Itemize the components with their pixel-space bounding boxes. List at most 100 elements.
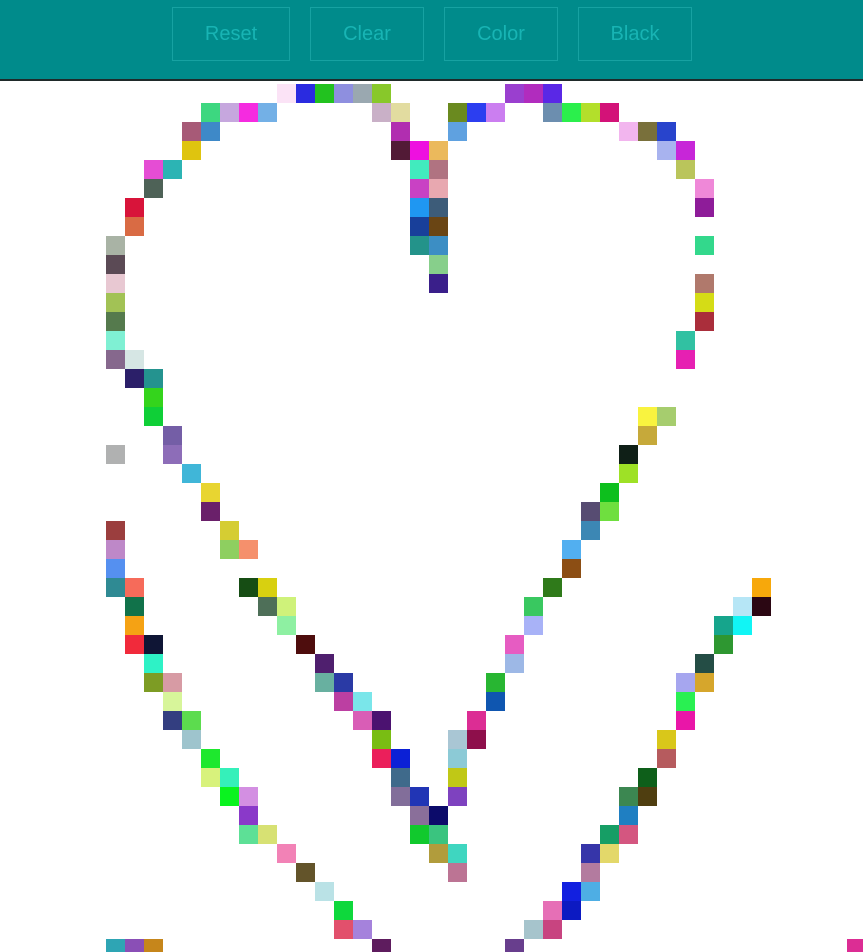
canvas-pixel[interactable]: [505, 939, 524, 952]
canvas-pixel[interactable]: [144, 673, 163, 692]
canvas-pixel[interactable]: [163, 160, 182, 179]
canvas-pixel[interactable]: [619, 806, 638, 825]
canvas-pixel[interactable]: [144, 179, 163, 198]
canvas-pixel[interactable]: [182, 730, 201, 749]
canvas-pixel[interactable]: [429, 236, 448, 255]
canvas-pixel[interactable]: [714, 616, 733, 635]
canvas-pixel[interactable]: [144, 388, 163, 407]
canvas-pixel[interactable]: [619, 445, 638, 464]
canvas-pixel[interactable]: [277, 616, 296, 635]
canvas-pixel[interactable]: [619, 464, 638, 483]
canvas-pixel[interactable]: [429, 179, 448, 198]
canvas-pixel[interactable]: [144, 369, 163, 388]
canvas-pixel[interactable]: [201, 483, 220, 502]
canvas-pixel[interactable]: [239, 787, 258, 806]
canvas-pixel[interactable]: [220, 521, 239, 540]
canvas-pixel[interactable]: [334, 84, 353, 103]
canvas-pixel[interactable]: [106, 578, 125, 597]
canvas-pixel[interactable]: [581, 844, 600, 863]
canvas-pixel[interactable]: [372, 730, 391, 749]
canvas-pixel[interactable]: [125, 635, 144, 654]
canvas-pixel[interactable]: [125, 369, 144, 388]
canvas-pixel[interactable]: [258, 103, 277, 122]
canvas-pixel[interactable]: [144, 635, 163, 654]
canvas-pixel[interactable]: [239, 103, 258, 122]
canvas-pixel[interactable]: [353, 711, 372, 730]
canvas-pixel[interactable]: [372, 939, 391, 952]
canvas-pixel[interactable]: [220, 787, 239, 806]
canvas-pixel[interactable]: [125, 217, 144, 236]
canvas-pixel[interactable]: [391, 122, 410, 141]
canvas-pixel[interactable]: [657, 141, 676, 160]
canvas-pixel[interactable]: [448, 787, 467, 806]
reset-button[interactable]: Reset: [172, 7, 290, 61]
canvas-pixel[interactable]: [600, 483, 619, 502]
canvas-pixel[interactable]: [410, 236, 429, 255]
canvas-pixel[interactable]: [201, 122, 220, 141]
drawing-canvas[interactable]: [0, 83, 863, 952]
canvas-pixel[interactable]: [429, 198, 448, 217]
canvas-pixel[interactable]: [429, 806, 448, 825]
canvas-pixel[interactable]: [429, 141, 448, 160]
canvas-pixel[interactable]: [524, 597, 543, 616]
canvas-pixel[interactable]: [410, 806, 429, 825]
canvas-pixel[interactable]: [695, 293, 714, 312]
canvas-pixel[interactable]: [163, 445, 182, 464]
canvas-pixel[interactable]: [125, 616, 144, 635]
canvas-pixel[interactable]: [562, 901, 581, 920]
canvas-pixel[interactable]: [676, 350, 695, 369]
canvas-pixel[interactable]: [619, 122, 638, 141]
canvas-pixel[interactable]: [695, 179, 714, 198]
canvas-pixel[interactable]: [296, 863, 315, 882]
canvas-pixel[interactable]: [600, 844, 619, 863]
canvas-pixel[interactable]: [106, 540, 125, 559]
canvas-pixel[interactable]: [695, 654, 714, 673]
canvas-pixel[interactable]: [619, 787, 638, 806]
canvas-pixel[interactable]: [315, 654, 334, 673]
canvas-pixel[interactable]: [486, 673, 505, 692]
canvas-pixel[interactable]: [106, 236, 125, 255]
canvas-pixel[interactable]: [372, 84, 391, 103]
canvas-pixel[interactable]: [847, 939, 863, 952]
canvas-pixel[interactable]: [448, 749, 467, 768]
canvas-pixel[interactable]: [258, 825, 277, 844]
canvas-pixel[interactable]: [182, 464, 201, 483]
canvas-pixel[interactable]: [125, 578, 144, 597]
canvas-pixel[interactable]: [277, 597, 296, 616]
canvas-pixel[interactable]: [106, 312, 125, 331]
canvas-pixel[interactable]: [714, 635, 733, 654]
canvas-pixel[interactable]: [391, 103, 410, 122]
canvas-pixel[interactable]: [353, 692, 372, 711]
canvas-pixel[interactable]: [201, 749, 220, 768]
canvas-pixel[interactable]: [486, 103, 505, 122]
canvas-pixel[interactable]: [543, 103, 562, 122]
canvas-pixel[interactable]: [638, 426, 657, 445]
color-button[interactable]: Color: [444, 7, 558, 61]
canvas-pixel[interactable]: [315, 673, 334, 692]
canvas-pixel[interactable]: [315, 84, 334, 103]
canvas-pixel[interactable]: [277, 844, 296, 863]
canvas-pixel[interactable]: [695, 312, 714, 331]
canvas-pixel[interactable]: [676, 331, 695, 350]
canvas-pixel[interactable]: [201, 768, 220, 787]
canvas-pixel[interactable]: [752, 597, 771, 616]
canvas-pixel[interactable]: [505, 635, 524, 654]
canvas-pixel[interactable]: [144, 939, 163, 952]
canvas-pixel[interactable]: [733, 597, 752, 616]
canvas-pixel[interactable]: [581, 521, 600, 540]
canvas-pixel[interactable]: [391, 768, 410, 787]
canvas-pixel[interactable]: [334, 692, 353, 711]
canvas-pixel[interactable]: [372, 711, 391, 730]
canvas-pixel[interactable]: [581, 502, 600, 521]
canvas-pixel[interactable]: [239, 578, 258, 597]
canvas-pixel[interactable]: [163, 692, 182, 711]
canvas-pixel[interactable]: [106, 559, 125, 578]
canvas-pixel[interactable]: [657, 730, 676, 749]
canvas-pixel[interactable]: [296, 635, 315, 654]
canvas-pixel[interactable]: [638, 122, 657, 141]
canvas-pixel[interactable]: [581, 882, 600, 901]
canvas-pixel[interactable]: [676, 711, 695, 730]
canvas-pixel[interactable]: [106, 445, 125, 464]
canvas-pixel[interactable]: [562, 882, 581, 901]
canvas-pixel[interactable]: [334, 673, 353, 692]
